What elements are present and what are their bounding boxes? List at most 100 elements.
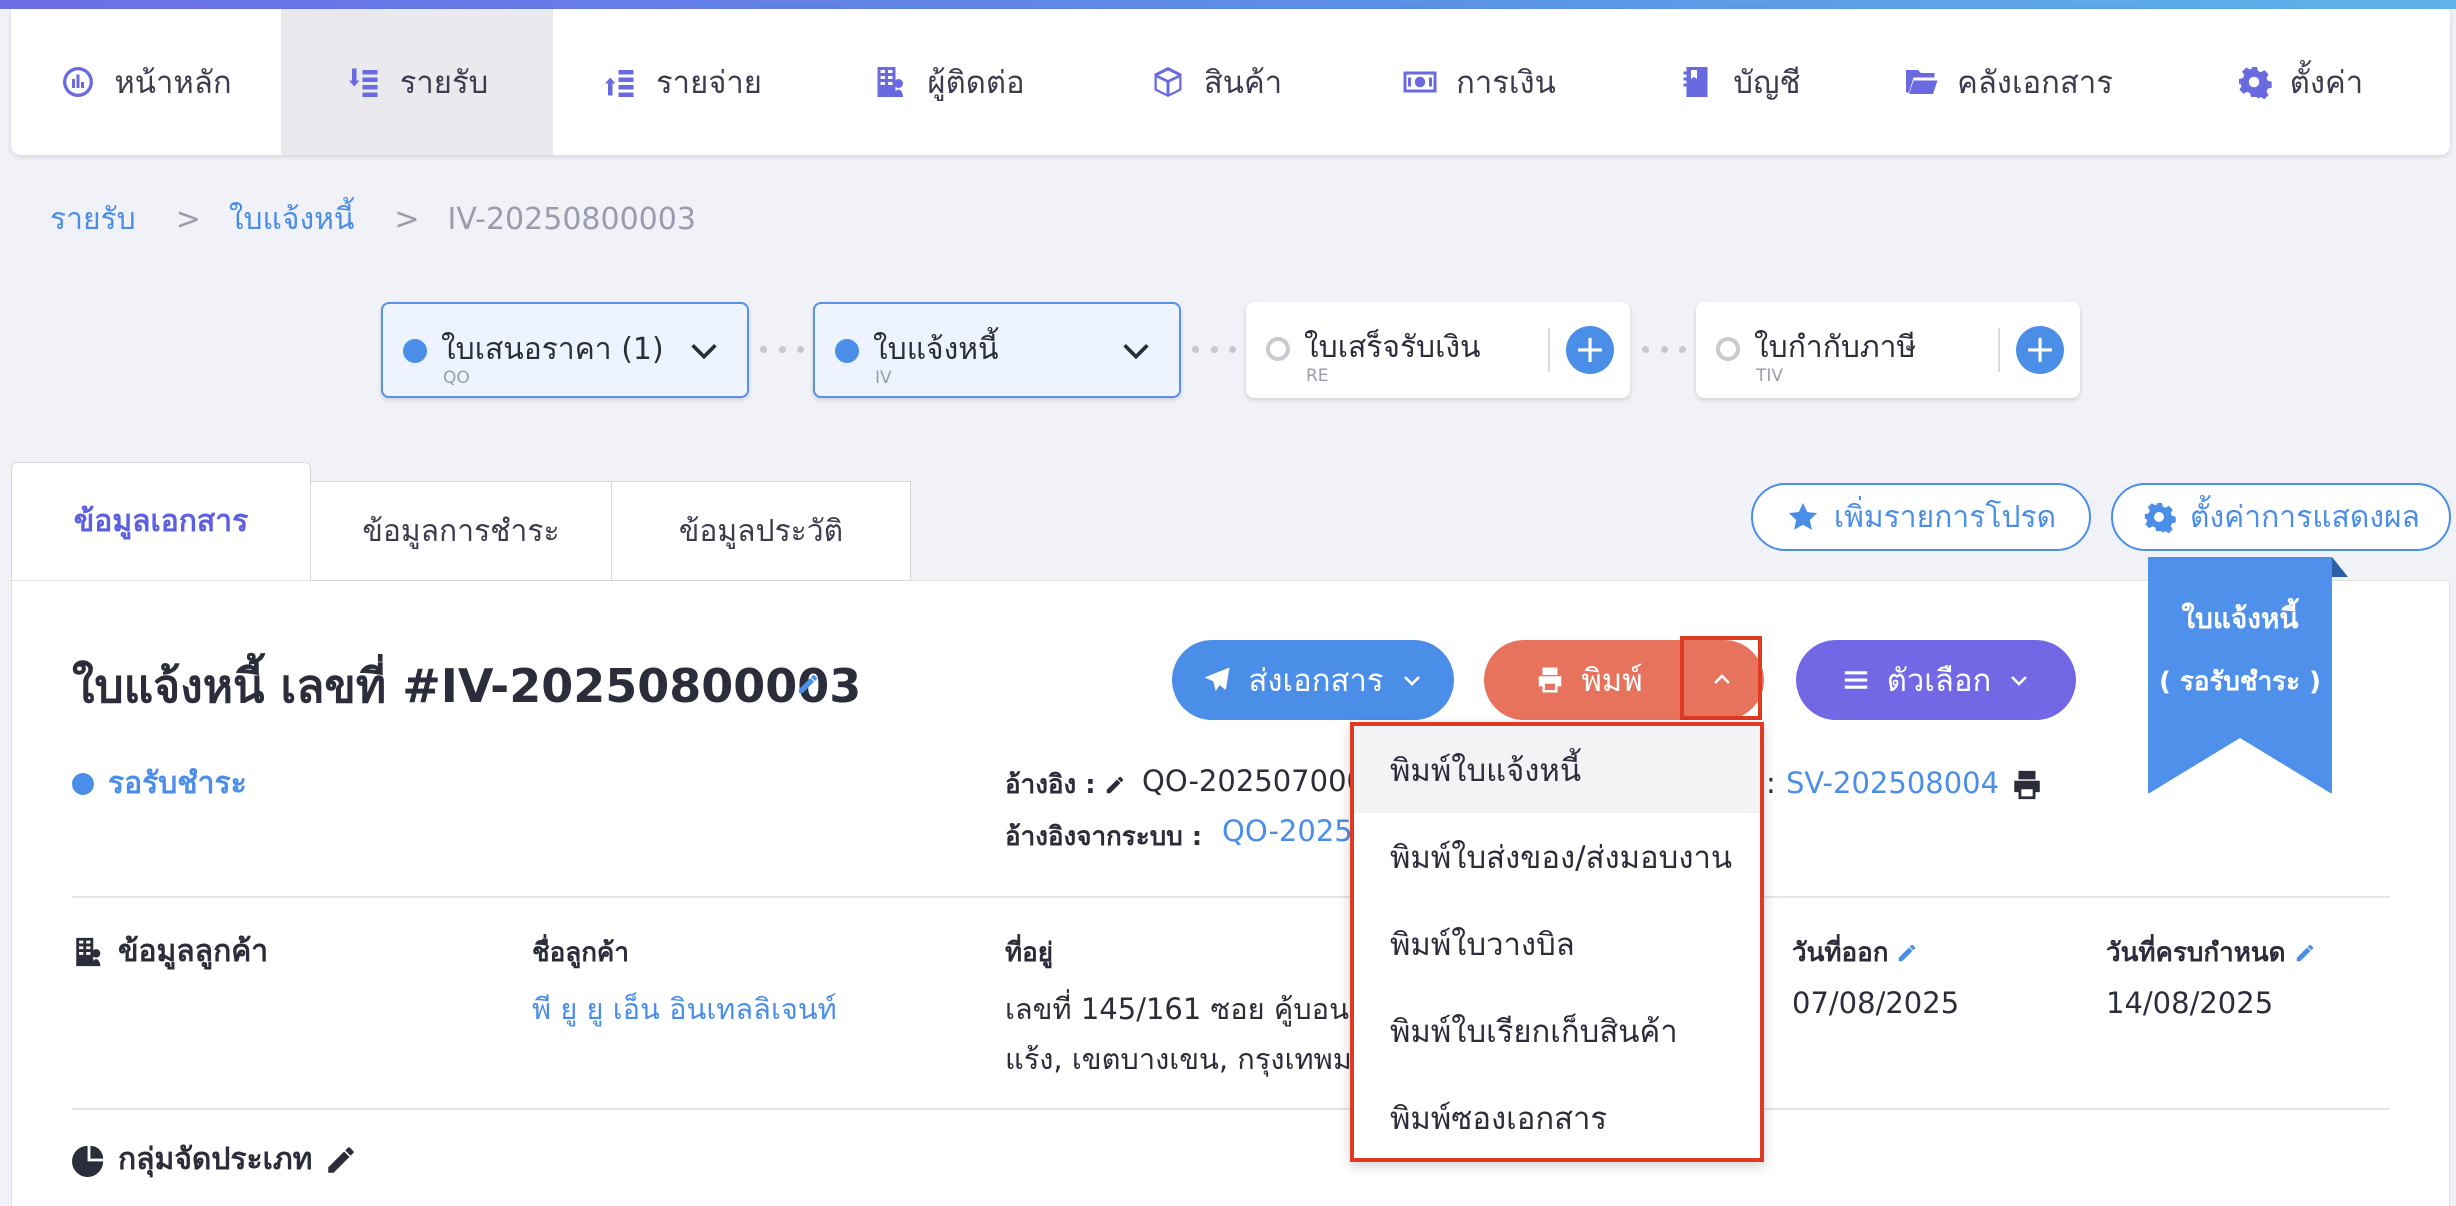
- nav-item-documents[interactable]: คลังเอกสาร: [1867, 9, 2149, 155]
- menu-item-print-product-charge[interactable]: พิมพ์ใบเรียกเก็บสินค้า: [1354, 987, 1760, 1074]
- due-date-label-text: วันที่ครบกำหนด: [2106, 938, 2286, 968]
- menu-item-print-envelope[interactable]: พิมพ์ซองเอกสาร: [1354, 1074, 1760, 1161]
- gear-icon: [2144, 502, 2176, 534]
- step-status-dot: [1716, 337, 1740, 361]
- flow-connector: [1192, 346, 1236, 353]
- nav-label: บัญชี: [1733, 65, 1801, 101]
- ribbon-doc-type: ใบแจ้งหนี้: [2181, 602, 2299, 635]
- nav-label: คลังเอกสาร: [1957, 65, 2113, 101]
- tab-history[interactable]: ข้อมูลประวัติ: [611, 481, 911, 581]
- status-label: รอรับชำระ: [108, 766, 247, 801]
- paper-plane-icon: [1204, 667, 1230, 692]
- pie-chart-icon: [72, 1145, 104, 1177]
- nav-item-contacts[interactable]: ผู้ติดต่อ: [811, 9, 1087, 155]
- favorite-label: เพิ่มรายการโปรด: [1833, 499, 2057, 535]
- nav-item-expense[interactable]: รายจ่าย: [553, 9, 811, 155]
- add-favorite-button[interactable]: เพิ่มรายการโปรด: [1751, 483, 2091, 551]
- nav-item-accounting[interactable]: บัญชี: [1613, 9, 1867, 155]
- contacts-icon: [877, 67, 904, 97]
- display-settings-button[interactable]: ตั้งค่าการแสดงผล: [2111, 483, 2451, 551]
- send-document-button[interactable]: ส่งเอกสาร: [1172, 640, 1454, 720]
- step-label: ใบเสร็จรับเงิน: [1304, 330, 1481, 365]
- flow-step-tax-invoice[interactable]: ใบกำกับภาษี TIV +: [1696, 302, 2080, 398]
- document-title: ใบแจ้งหนี้ เลขที่ #IV-20250800003: [72, 659, 862, 713]
- add-tax-invoice-button[interactable]: +: [2016, 326, 2064, 374]
- nav-label: รายจ่าย: [656, 65, 762, 101]
- ribbon-notch: [2148, 738, 2332, 794]
- nav-item-dashboard[interactable]: หน้าหลัก: [11, 9, 281, 155]
- chevron-down-icon: [1403, 676, 1420, 686]
- edit-pencil-icon[interactable]: [1104, 774, 1126, 796]
- edit-pencil-icon[interactable]: [796, 672, 820, 696]
- folder-icon: [1906, 70, 1938, 94]
- edit-pencil-icon[interactable]: [2294, 942, 2316, 964]
- step-status-dot: [835, 339, 859, 363]
- options-button[interactable]: ตัวเลือก: [1796, 640, 2076, 720]
- step-status-dot: [403, 339, 427, 363]
- menu-item-print-billing-note[interactable]: พิมพ์ใบวางบิล: [1354, 900, 1760, 987]
- customer-name-label: ชื่อลูกค้า: [532, 938, 629, 968]
- customer-section-label: ข้อมูลลูกค้า: [118, 934, 269, 969]
- menu-item-print-invoice[interactable]: พิมพ์ใบแจ้งหนี้: [1354, 726, 1760, 813]
- nav-item-settings[interactable]: ตั้งค่า: [2149, 9, 2450, 155]
- edit-pencil-icon[interactable]: [1896, 942, 1918, 964]
- nav-label: หน้าหลัก: [114, 65, 232, 101]
- money-icon: [1403, 71, 1437, 93]
- breadcrumb-current: IV-20250800003: [447, 202, 696, 237]
- address-line-1: เลขที่ 145/161 ซอย คู้บอน: [1005, 992, 1349, 1026]
- nav-label: สินค้า: [1203, 65, 1283, 101]
- flow-step-invoice[interactable]: ใบแจ้งหนี้ IV: [813, 302, 1181, 398]
- step-divider: [1548, 328, 1550, 372]
- step-label: ใบเสนอราคา (1): [441, 332, 664, 367]
- breadcrumb-invoice[interactable]: ใบแจ้งหนี้: [229, 196, 355, 243]
- book-icon: [1683, 67, 1708, 97]
- printer-icon[interactable]: [2010, 768, 2044, 802]
- category-section-label: กลุ่มจัดประเภท: [118, 1142, 313, 1177]
- section-divider: [72, 1108, 2390, 1110]
- income-icon: [348, 68, 378, 97]
- display-settings-label: ตั้งค่าการแสดงผล: [2190, 499, 2420, 535]
- edit-pencil-icon[interactable]: [324, 1143, 358, 1177]
- step-code: QO: [443, 368, 470, 388]
- due-date-value: 14/08/2025: [2106, 986, 2274, 1020]
- flow-connector: [1642, 346, 1686, 353]
- breadcrumb-income[interactable]: รายรับ: [50, 196, 136, 243]
- issue-date-label-text: วันที่ออก: [1792, 938, 1889, 968]
- nav-item-products[interactable]: สินค้า: [1087, 9, 1345, 155]
- flow-step-receipt[interactable]: ใบเสร็จรับเงิน RE +: [1246, 302, 1630, 398]
- star-icon: [1788, 502, 1818, 530]
- chevron-up-icon: [1714, 674, 1730, 684]
- sv-separator: :: [1766, 766, 1776, 800]
- nav-item-finance[interactable]: การเงิน: [1345, 9, 1613, 155]
- add-receipt-button[interactable]: +: [1566, 326, 1614, 374]
- reference-label-text: อ้างอิง :: [1005, 770, 1096, 800]
- nav-label: รายรับ: [399, 65, 489, 101]
- menu-item-print-delivery-note[interactable]: พิมพ์ใบส่งของ/ส่งมอบงาน: [1354, 813, 1760, 900]
- issue-date-value: 07/08/2025: [1792, 986, 1960, 1020]
- nav-item-income[interactable]: รายรับ: [281, 9, 553, 155]
- status-ribbon: ใบแจ้งหนี้ ( รอรับชำระ ): [2148, 557, 2332, 794]
- contacts-icon: [76, 937, 101, 966]
- address-line-2: แร้ง, เขตบางเขน, กรุงเทพม: [1005, 1042, 1352, 1076]
- step-code: TIV: [1756, 366, 1784, 386]
- breadcrumb-separator: >: [394, 202, 420, 237]
- address-label: ที่อยู่: [1005, 938, 1053, 968]
- tab-payment-info[interactable]: ข้อมูลการชำระ: [310, 481, 612, 581]
- expense-icon: [605, 70, 634, 97]
- nav-label: ตั้งค่า: [2289, 65, 2364, 101]
- chevron-down-icon[interactable]: [1119, 334, 1153, 368]
- box-icon: [1154, 67, 1182, 97]
- top-gradient-bar: [0, 0, 2456, 9]
- system-reference-label: อ้างอิงจากระบบ :: [1005, 822, 1203, 852]
- nav-label: การเงิน: [1456, 65, 1556, 101]
- dashboard-icon: [63, 67, 94, 97]
- category-section-title: กลุ่มจัดประเภท: [72, 1136, 358, 1183]
- system-reference-link[interactable]: QO-2025: [1222, 814, 1353, 848]
- tab-document-info[interactable]: ข้อมูลเอกสาร: [11, 462, 311, 580]
- print-toggle-highlight[interactable]: [1680, 636, 1762, 720]
- flow-step-quotation[interactable]: ใบเสนอราคา (1) QO: [381, 302, 749, 398]
- chevron-down-icon[interactable]: [687, 334, 721, 368]
- sv-reference-link[interactable]: SV-202508004: [1786, 766, 1999, 800]
- status-dot: [72, 772, 94, 795]
- customer-name-link[interactable]: พี ยู ยู เอ็น อินเทลลิเจนท์: [532, 986, 837, 1032]
